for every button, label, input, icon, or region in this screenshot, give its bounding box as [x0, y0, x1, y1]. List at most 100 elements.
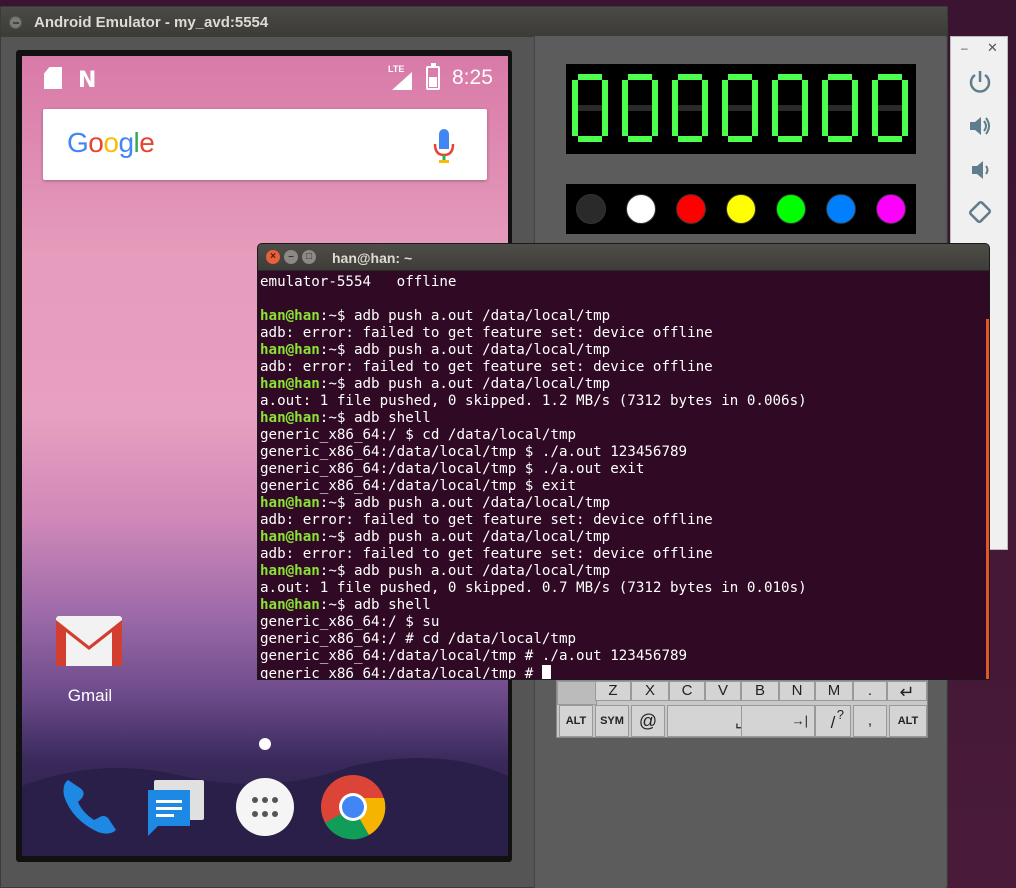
- key-comma[interactable]: ,: [853, 705, 887, 737]
- terminal-line: generic_x86_64:/data/local/tmp $ ./a.out…: [260, 461, 986, 478]
- key-c[interactable]: C: [669, 681, 705, 701]
- lcd-segment: [878, 74, 902, 80]
- lcd-digit: [872, 74, 908, 142]
- volume-down-icon[interactable]: [967, 157, 993, 183]
- minimize-icon[interactable]: –: [961, 41, 968, 55]
- terminal-text: :~$ adb shell: [319, 597, 431, 613]
- terminal-line: adb: error: failed to get feature set: d…: [260, 546, 986, 563]
- key-alt-right[interactable]: ALT: [889, 705, 927, 737]
- key-b[interactable]: B: [741, 681, 779, 701]
- key-alt-left[interactable]: ALT: [559, 705, 593, 737]
- key-m[interactable]: M: [815, 681, 853, 701]
- terminal-text: emulator-5554 offline: [260, 274, 457, 290]
- lcd-segment: [722, 108, 728, 136]
- volume-up-icon[interactable]: [967, 113, 993, 139]
- lcd-segment: [678, 74, 702, 80]
- terminal-line: generic_x86_64:/data/local/tmp # ./a.out…: [260, 648, 986, 665]
- close-icon[interactable]: ✕: [987, 40, 998, 56]
- lcd-segment: [772, 108, 778, 136]
- terminal-line: han@han:~$ adb shell: [260, 410, 986, 427]
- lcd-segment: [652, 108, 658, 136]
- terminal-line: han@han:~$ adb push a.out /data/local/tm…: [260, 529, 986, 546]
- android-status-bar[interactable]: N LTE 8:25: [22, 56, 508, 100]
- key-blank[interactable]: [557, 681, 597, 705]
- lcd-segment: [672, 80, 678, 108]
- emulator-titlebar[interactable]: Android Emulator - my_avd:5554: [1, 7, 947, 37]
- terminal-line: han@han:~$ adb push a.out /data/local/tm…: [260, 563, 986, 580]
- key-tab-icon[interactable]: →|: [741, 705, 815, 737]
- phone-icon[interactable]: [58, 774, 124, 840]
- terminal-line: emulator-5554 offline: [260, 274, 986, 291]
- lcd-digit: [772, 74, 808, 142]
- app-drawer-icon[interactable]: [232, 774, 298, 840]
- terminal-text: :~$ adb push a.out /data/local/tmp: [319, 495, 611, 511]
- lcd-segment: [602, 108, 608, 136]
- lcd-segment: [852, 108, 858, 136]
- lcd-display: [566, 64, 916, 154]
- desktop: Android Emulator - my_avd:5554 N LTE 8:2…: [0, 0, 1016, 888]
- terminal-titlebar[interactable]: × – □ han@han: ~: [258, 244, 989, 271]
- enter-key-icon[interactable]: ↵: [887, 681, 927, 702]
- power-icon[interactable]: [967, 69, 993, 95]
- key-sym[interactable]: SYM: [595, 705, 629, 737]
- terminal-maximize-icon[interactable]: □: [302, 250, 316, 264]
- window-menu-icon[interactable]: [9, 15, 22, 29]
- lcd-segment: [578, 74, 602, 80]
- key-z[interactable]: Z: [595, 681, 631, 701]
- gmail-icon[interactable]: [56, 616, 122, 666]
- terminal-line: adb: error: failed to get feature set: d…: [260, 325, 986, 342]
- terminal-text: generic_x86_64:/data/local/tmp # ./a.out…: [260, 648, 688, 664]
- lcd-segment: [872, 80, 878, 108]
- lcd-segment: [828, 105, 852, 111]
- lcd-segment: [678, 136, 702, 142]
- status-clock: 8:25: [452, 66, 493, 89]
- terminal-text: a.out: 1 file pushed, 0 skipped. 0.7 MB/…: [260, 580, 807, 596]
- key-period[interactable]: .: [853, 681, 887, 701]
- lcd-segment: [622, 108, 628, 136]
- key-v[interactable]: V: [705, 681, 741, 701]
- terminal-line: adb: error: failed to get feature set: d…: [260, 512, 986, 529]
- lcd-digit: [822, 74, 858, 142]
- messages-icon[interactable]: [142, 774, 208, 840]
- terminal-window[interactable]: × – □ han@han: ~ emulator-5554 offline ha…: [257, 243, 990, 680]
- terminal-line: a.out: 1 file pushed, 0 skipped. 1.2 MB/…: [260, 393, 986, 410]
- shell-prompt: han@han: [260, 410, 320, 426]
- battery-icon: [426, 63, 440, 90]
- terminal-close-icon[interactable]: ×: [266, 250, 280, 264]
- lcd-segment: [902, 80, 908, 108]
- emulator-title: Android Emulator - my_avd:5554: [34, 13, 269, 31]
- led-indicator: [726, 194, 756, 224]
- terminal-text: :~$ adb push a.out /data/local/tmp: [319, 563, 611, 579]
- terminal-line: han@han:~$ adb push a.out /data/local/tm…: [260, 376, 986, 393]
- gmail-label: Gmail: [67, 686, 113, 705]
- lcd-segment: [572, 80, 578, 108]
- terminal-line: generic_x86_64:/ $ cd /data/local/tmp: [260, 427, 986, 444]
- rotate-icon[interactable]: [967, 199, 993, 225]
- terminal-text: :~$ adb push a.out /data/local/tmp: [319, 529, 611, 545]
- key-n[interactable]: N: [779, 681, 815, 701]
- terminal-text: generic_x86_64:/ $ cd /data/local/tmp: [260, 427, 577, 443]
- terminal-text: generic_x86_64:/ $ su: [260, 614, 440, 630]
- key-x[interactable]: X: [631, 681, 669, 701]
- terminal-text: generic_x86_64:/data/local/tmp $ ./a.out…: [260, 461, 645, 477]
- lcd-segment: [602, 80, 608, 108]
- terminal-text: a.out: 1 file pushed, 0 skipped. 1.2 MB/…: [260, 393, 807, 409]
- lcd-segment: [802, 108, 808, 136]
- google-search-bar[interactable]: Google: [43, 109, 487, 180]
- terminal-scrollbar[interactable]: [986, 319, 989, 679]
- key-at[interactable]: @: [631, 705, 665, 737]
- terminal-minimize-icon[interactable]: –: [284, 250, 298, 264]
- mic-icon[interactable]: [433, 129, 455, 163]
- terminal-output[interactable]: emulator-5554 offline han@han:~$ adb push…: [260, 274, 986, 679]
- lcd-digit: [622, 74, 658, 142]
- terminal-text: generic_x86_64:/data/local/tmp $ ./a.out…: [260, 444, 688, 460]
- lcd-segment: [728, 105, 752, 111]
- terminal-text: generic_x86_64:/data/local/tmp $ exit: [260, 478, 577, 494]
- shell-prompt: han@han: [260, 342, 320, 358]
- sd-card-icon: [44, 67, 62, 89]
- key-slash[interactable]: /?: [815, 705, 851, 737]
- chrome-icon[interactable]: [320, 774, 386, 840]
- lcd-segment: [802, 80, 808, 108]
- terminal-line: han@han:~$ adb push a.out /data/local/tm…: [260, 342, 986, 359]
- lcd-segment: [628, 74, 652, 80]
